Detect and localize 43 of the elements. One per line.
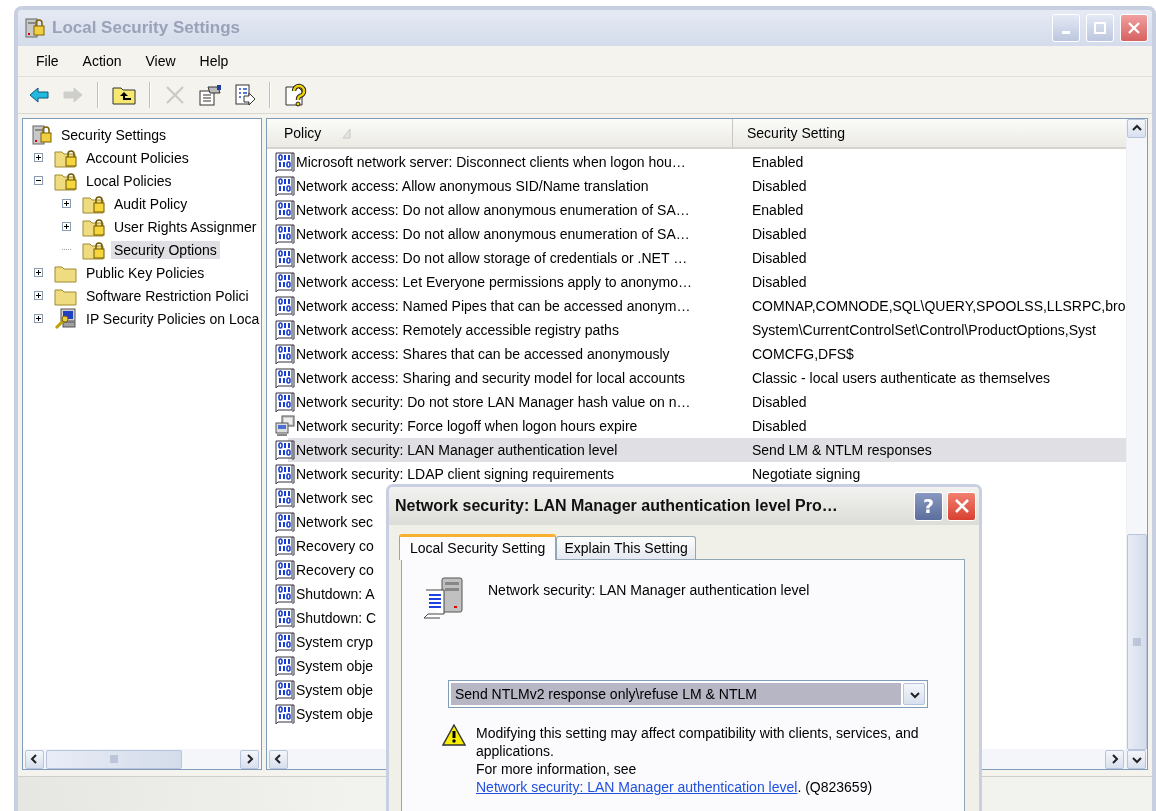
table-cell-text: Disabled	[751, 418, 808, 434]
table-cell: Network security: LDAP client signing requirements	[296, 466, 614, 482]
table-cell: Network access: Do not allow storage of credentials or .NET …	[296, 250, 688, 266]
table-cell-text: Enabled	[751, 154, 805, 170]
table-cell: Network sec	[296, 490, 374, 506]
table-cell: System cryp	[296, 634, 373, 650]
table-cell: System obje	[296, 682, 374, 698]
table-cell: System obje	[296, 658, 374, 674]
table-cell: Network security: Force logoff when logon hours expire	[296, 418, 638, 434]
table-cell: Network access: Shares that can be accessed anonymously	[296, 346, 670, 362]
table-cell-text: Disabled	[751, 178, 808, 194]
info-text: For more information, see Network security: LAN Manager authentication level. (Q823659)	[476, 760, 874, 796]
table-cell-text: Negotiate signing	[751, 466, 862, 482]
table-cell-text: System\CurrentControlSet\Control\ProductOptions,Syst	[751, 322, 1097, 338]
table-cell: Recovery co	[296, 562, 374, 578]
warning-text: Modifying this setting may affect compatibility with clients, services, and applications.	[476, 724, 920, 760]
table-cell: Shutdown: C	[296, 610, 377, 626]
table-cell-text: Disabled	[751, 226, 808, 242]
table-cell: Network access: Do not allow anonymous enumeration of SA…	[296, 226, 690, 242]
table-cell: Shutdown: A	[296, 586, 375, 602]
table-cell-text: Enabled	[751, 202, 805, 218]
table-cell-text: Send LM & NTLM responses	[751, 442, 933, 458]
table-cell-text: COMCFG,DFS$	[751, 346, 855, 362]
table-cell: Network access: Remotely accessible registry paths	[296, 322, 619, 338]
table-cell-text: COMNAP,COMNODE,SQL\QUERY,SPOOLSS,LLSRPC,bro	[751, 298, 1126, 314]
dialog-title: Network security: LAN Manager authentication level Pro…	[395, 497, 839, 515]
table-cell: Microsoft network server: Disconnect clients when logon hou…	[296, 154, 686, 170]
table-cell-text: Disabled	[751, 274, 808, 290]
table-cell-text: Classic - local users authenticate as themselves	[751, 370, 1052, 386]
table-cell: Network access: Let Everyone permissions apply to anonymo…	[296, 274, 693, 290]
policy-name: Network security: LAN Manager authentication level	[488, 581, 810, 598]
table-cell: Network access: Allow anonymous SID/Name translation	[296, 178, 649, 194]
table-cell: Network access: Named Pipes that can be accessed anonym…	[296, 298, 691, 314]
table-cell: Recovery co	[296, 538, 374, 554]
window-title: Local Security Settings	[52, 18, 241, 38]
table-cell-text: Disabled	[751, 394, 808, 410]
table-cell: Network security: LAN Manager authentication level	[296, 442, 618, 458]
table-cell: Network access: Do not allow anonymous enumeration of SA…	[296, 202, 690, 218]
table-cell: Network access: Sharing and security model for local accounts	[296, 370, 686, 386]
table-cell: Network sec	[296, 514, 374, 530]
table-cell-text: Disabled	[751, 250, 808, 266]
table-cell: System obje	[296, 706, 374, 722]
table-cell: Network security: Do not store LAN Manager hash value on n…	[296, 394, 691, 410]
